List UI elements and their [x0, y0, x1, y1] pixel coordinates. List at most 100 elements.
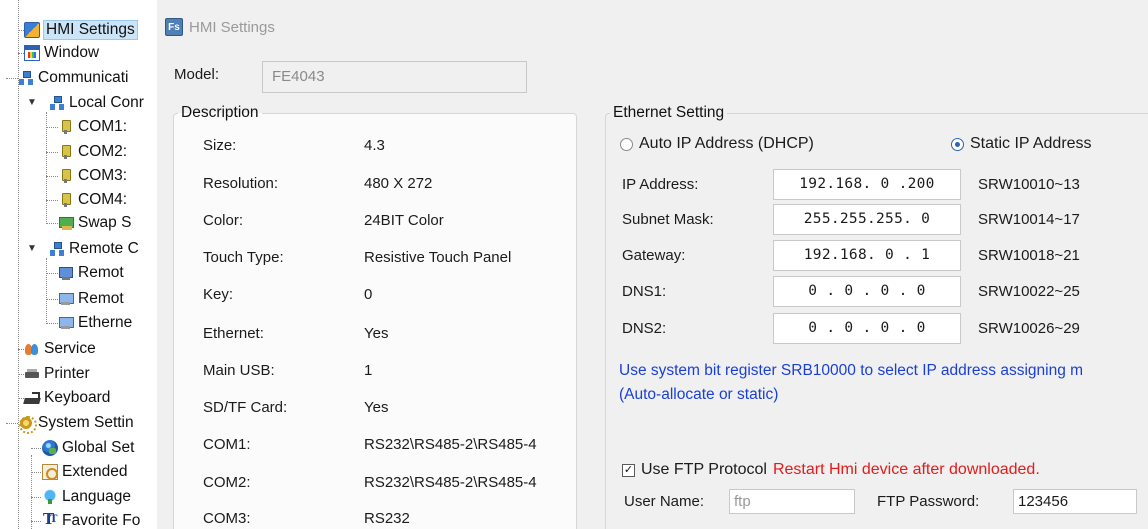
description-key: COM3:	[203, 510, 251, 527]
tree-item-remote-connection[interactable]: ▼ Remote C	[27, 238, 139, 260]
com-port-icon	[58, 119, 74, 135]
system-settings-icon	[18, 415, 37, 434]
description-group: Description	[173, 104, 577, 529]
dns2-label: DNS2:	[622, 320, 667, 337]
gateway-register: SRW10018~21	[978, 247, 1080, 264]
dhcp-radio-label: Auto IP Address (DHCP)	[639, 135, 814, 152]
tree-item-remote-pc[interactable]: Remot	[46, 262, 124, 284]
tree-item-service[interactable]: Service	[18, 338, 96, 360]
remote-hmi-icon	[58, 291, 74, 307]
com-port-icon	[58, 144, 74, 160]
description-key: Resolution:	[203, 175, 279, 192]
swap-icon	[58, 215, 74, 231]
tree-item-language[interactable]: Language	[31, 486, 131, 508]
description-value: RS232	[364, 510, 410, 527]
tree-item-global-settings[interactable]: Global Set	[31, 437, 134, 459]
tree-item-hmi-settings[interactable]: HMI Settings	[6, 19, 138, 41]
dns1-label: DNS1:	[622, 283, 667, 300]
gateway-input[interactable]: 192.168. 0 . 1	[773, 240, 961, 271]
tree-guide-line	[46, 112, 47, 222]
ftp-checkbox[interactable]: ✓ Use FTP Protocol Restart Hmi device af…	[622, 461, 1040, 479]
dns1-input[interactable]: 0 . 0 . 0 . 0	[773, 276, 961, 307]
description-value: 480 X 272	[364, 175, 433, 192]
tree-item-com4[interactable]: COM4:	[46, 189, 127, 211]
tree-item-com1[interactable]: COM1:	[46, 116, 127, 138]
ethernet-icon	[58, 315, 74, 331]
ethernet-legend: Ethernet Setting	[613, 104, 725, 121]
communication-icon	[18, 70, 34, 86]
static-ip-radio-label: Static IP Address	[970, 135, 1092, 152]
printer-icon	[24, 366, 40, 382]
dhcp-radio[interactable]: Auto IP Address (DHCP)	[620, 135, 814, 153]
checkbox-checked-icon: ✓	[622, 463, 635, 477]
description-key: Color:	[203, 212, 244, 229]
tree-item-favorite-font[interactable]: Favorite Fo	[31, 510, 140, 529]
remote-pc-icon	[58, 265, 74, 281]
gateway-label: Gateway:	[622, 247, 686, 264]
tree-item-keyboard[interactable]: Keyboard	[18, 387, 110, 409]
description-key: Touch Type:	[203, 249, 284, 266]
favorite-font-icon	[42, 510, 58, 529]
tree-item-communication[interactable]: Communicati	[6, 67, 128, 89]
tree-item-printer[interactable]: Printer	[18, 363, 90, 385]
radio-unchecked-icon	[620, 137, 633, 151]
tree-item-local-connection[interactable]: ▼ Local Conr	[27, 92, 144, 114]
static-ip-radio[interactable]: Static IP Address	[951, 135, 1092, 153]
panel-title: Fs HMI Settings	[165, 18, 275, 36]
service-icon	[24, 341, 40, 357]
description-key: COM1:	[203, 436, 251, 453]
dns1-register: SRW10022~25	[978, 283, 1080, 300]
tree-guide-line	[46, 258, 47, 324]
tree-item-swap[interactable]: Swap S	[46, 212, 131, 234]
dns2-input[interactable]: 0 . 0 . 0 . 0	[773, 313, 961, 344]
subnet-mask-register: SRW10014~17	[978, 211, 1080, 228]
register-note-sub: (Auto-allocate or static)	[619, 386, 779, 403]
description-value: Yes	[364, 399, 389, 416]
extended-icon	[42, 464, 58, 480]
model-label: Model:	[174, 66, 220, 83]
dns2-register: SRW10026~29	[978, 320, 1080, 337]
description-key: SD/TF Card:	[203, 399, 288, 416]
password-label: FTP Password:	[877, 493, 980, 510]
ip-address-input[interactable]: 192.168. 0 .200	[773, 169, 961, 200]
username-input[interactable]: ftp	[729, 489, 855, 514]
description-value: Yes	[364, 325, 389, 342]
description-value: RS232\RS485-2\RS485-4	[364, 436, 537, 453]
hmi-settings-icon	[24, 22, 40, 38]
tree-item-remote-hmi[interactable]: Remot	[46, 288, 124, 310]
tree-guide-line	[31, 455, 32, 529]
chevron-down-icon[interactable]: ▼	[27, 243, 37, 254]
username-label: User Name:	[624, 493, 705, 510]
description-value: RS232\RS485-2\RS485-4	[364, 474, 537, 491]
radio-checked-icon	[951, 137, 964, 151]
description-value: 0	[364, 286, 373, 303]
tree-item-ethernet[interactable]: Etherne	[46, 312, 132, 334]
com-port-icon	[58, 168, 74, 184]
subnet-mask-input[interactable]: 255.255.255. 0	[773, 204, 961, 235]
keyboard-icon	[24, 390, 40, 406]
tree-item-com3[interactable]: COM3:	[46, 165, 127, 187]
tree-item-com2[interactable]: COM2:	[46, 141, 127, 163]
description-legend: Description	[181, 104, 259, 121]
local-connection-icon	[49, 95, 65, 111]
settings-tree: HMI Settings Window Communicati ▼ Local …	[0, 0, 157, 529]
language-icon	[42, 489, 58, 505]
password-input[interactable]: 123456	[1013, 489, 1137, 514]
tree-item-extended[interactable]: Extended	[31, 461, 128, 483]
description-key: Size:	[203, 137, 237, 154]
model-field: FE4043	[262, 61, 527, 93]
com-port-icon	[58, 192, 74, 208]
description-value: Resistive Touch Panel	[364, 249, 512, 266]
app-logo-icon: Fs	[165, 18, 183, 36]
ip-address-label: IP Address:	[622, 176, 699, 193]
tree-item-window[interactable]: Window	[6, 42, 99, 64]
register-note: Use system bit register SRB10000 to sele…	[619, 362, 1084, 379]
description-key: Key:	[203, 286, 234, 303]
window-icon	[24, 45, 40, 61]
tree-item-system-settings[interactable]: System Settin	[6, 412, 134, 434]
global-settings-icon	[42, 440, 58, 456]
chevron-down-icon[interactable]: ▼	[27, 97, 37, 108]
description-key: COM2:	[203, 474, 251, 491]
remote-connection-icon	[49, 241, 65, 257]
ip-address-register: SRW10010~13	[978, 176, 1080, 193]
